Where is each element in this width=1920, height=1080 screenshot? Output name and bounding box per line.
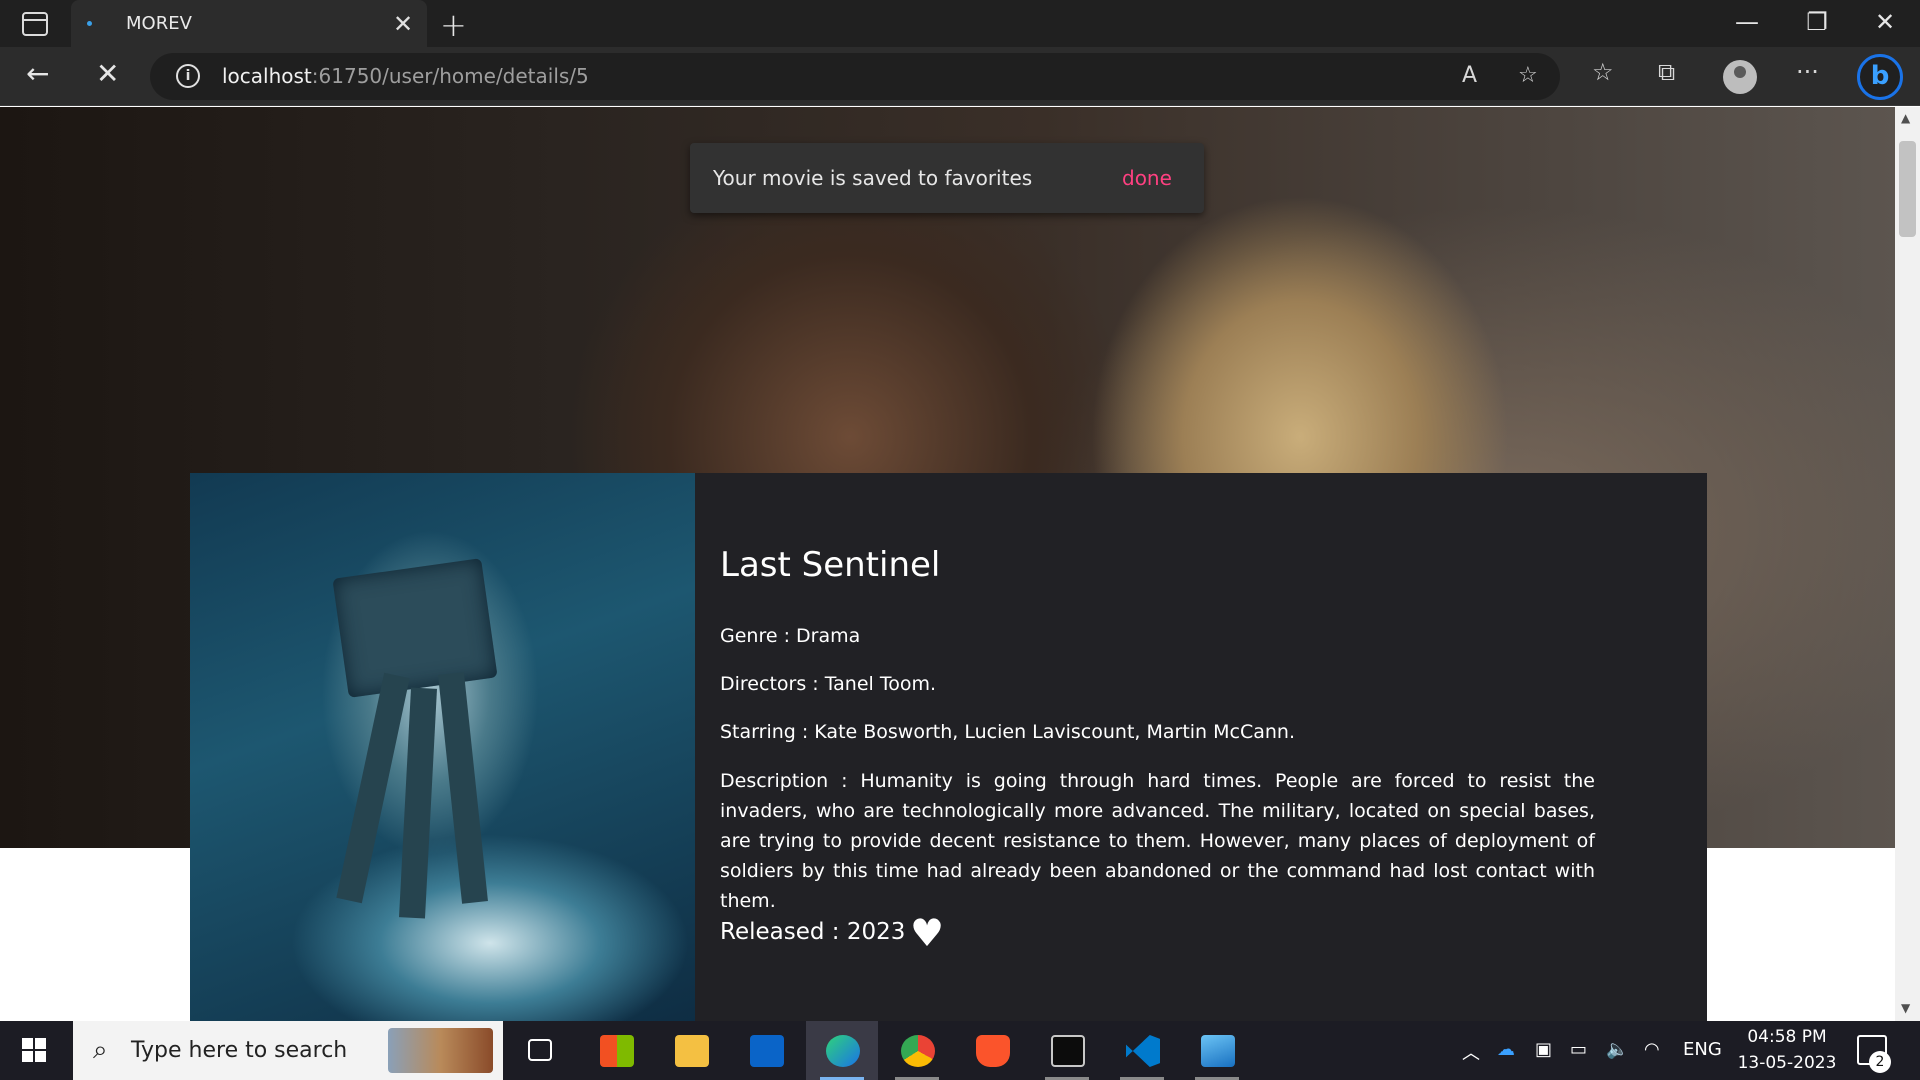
movie-poster xyxy=(190,473,695,1021)
microsoft-store-icon[interactable] xyxy=(580,1021,652,1080)
brave-icon[interactable] xyxy=(956,1021,1028,1080)
poster-tower xyxy=(332,558,498,698)
snackbar-message: Your movie is saved to favorites xyxy=(713,166,1033,190)
url-text[interactable]: localhost:61750/user/home/details/5 xyxy=(222,64,589,88)
wifi-icon[interactable]: ◠ xyxy=(1644,1039,1660,1060)
meet-now-icon[interactable]: ▣ xyxy=(1535,1039,1552,1060)
outlook-icon[interactable] xyxy=(730,1021,802,1080)
photos-icon[interactable] xyxy=(1181,1021,1253,1080)
scroll-up-icon[interactable]: ▲ xyxy=(1901,111,1910,125)
back-arrow-icon[interactable]: ← xyxy=(26,57,49,90)
windows-start-icon[interactable] xyxy=(22,1038,46,1062)
vscode-icon[interactable] xyxy=(1106,1021,1178,1080)
onedrive-icon[interactable]: ☁ xyxy=(1497,1039,1515,1060)
scroll-down-icon[interactable]: ▼ xyxy=(1901,1001,1910,1015)
chrome-icon[interactable] xyxy=(881,1021,953,1080)
search-icon: ⌕ xyxy=(93,1035,108,1065)
more-options-icon[interactable]: ··· xyxy=(1796,58,1819,86)
read-aloud-icon[interactable]: A xyxy=(1462,63,1477,88)
minimize-icon[interactable]: — xyxy=(1727,8,1767,36)
site-info-icon[interactable]: i xyxy=(176,64,200,88)
snackbar: Your movie is saved to favorites done xyxy=(690,143,1204,213)
notification-count-badge: 2 xyxy=(1869,1051,1891,1073)
file-explorer-icon[interactable] xyxy=(655,1021,727,1080)
clock-date: 13-05-2023 xyxy=(1737,1053,1837,1073)
page-viewport: Your movie is saved to favorites done La… xyxy=(0,107,1895,1021)
movie-directors: Directors : Tanel Toom. xyxy=(720,673,937,695)
language-indicator[interactable]: ENG xyxy=(1683,1039,1722,1060)
navigation-bar: ← ✕ i localhost:61750/user/home/details/… xyxy=(0,47,1920,106)
add-favorite-icon[interactable]: ☆ xyxy=(1518,63,1538,88)
battery-icon[interactable]: ▭ xyxy=(1570,1039,1587,1060)
page-scrollbar[interactable]: ▲ ▼ xyxy=(1895,107,1920,1021)
favorites-icon[interactable]: ☆ xyxy=(1592,58,1614,86)
tab-title: MOREV xyxy=(126,13,192,34)
movie-genre: Genre : Drama xyxy=(720,625,861,647)
heart-icon[interactable]: ♥ xyxy=(910,913,944,953)
new-tab-icon[interactable]: + xyxy=(440,6,467,44)
clock-time: 04:58 PM xyxy=(1747,1027,1827,1047)
task-view-icon[interactable] xyxy=(504,1021,576,1080)
edge-icon[interactable] xyxy=(806,1021,878,1080)
volume-icon[interactable]: 🔈 xyxy=(1606,1039,1628,1060)
poster-leg xyxy=(438,672,488,904)
collections-icon[interactable]: ⧉ xyxy=(1658,58,1675,86)
movie-released: Released : 2023 xyxy=(720,919,906,945)
profile-avatar[interactable] xyxy=(1723,60,1757,94)
loading-icon xyxy=(87,21,92,26)
movie-details-card: Last Sentinel Genre : Drama Directors : … xyxy=(190,473,1707,1021)
taskbar-search-box[interactable]: ⌕ Type here to search xyxy=(73,1021,503,1080)
movie-description: Description : Humanity is going through … xyxy=(720,770,1595,912)
poster-leg xyxy=(398,687,438,919)
close-tab-icon[interactable]: ✕ xyxy=(393,10,413,38)
stop-loading-icon[interactable]: ✕ xyxy=(96,57,119,90)
clock[interactable]: 04:58 PM 13-05-2023 xyxy=(1737,1024,1837,1076)
scrollbar-thumb[interactable] xyxy=(1899,141,1916,237)
close-window-icon[interactable]: ✕ xyxy=(1865,8,1905,36)
browser-tab[interactable]: MOREV ✕ xyxy=(71,0,427,47)
address-bar[interactable]: i localhost:61750/user/home/details/5 A … xyxy=(150,53,1560,100)
search-placeholder: Type here to search xyxy=(131,1038,348,1063)
poster-leg xyxy=(336,672,410,904)
movie-title: Last Sentinel xyxy=(720,545,941,585)
terminal-icon[interactable] xyxy=(1031,1021,1103,1080)
movie-starring: Starring : Kate Bosworth, Lucien Lavisco… xyxy=(720,721,1296,743)
windows-taskbar: ⌕ Type here to search ︿ ☁ ▣ ▭ 🔈 ◠ ENG 04… xyxy=(0,1021,1920,1080)
tab-actions-icon[interactable] xyxy=(22,12,48,36)
restore-icon[interactable]: ❐ xyxy=(1797,8,1837,36)
bing-chat-icon[interactable]: b xyxy=(1857,54,1903,100)
show-hidden-icons-icon[interactable]: ︿ xyxy=(1462,1039,1480,1065)
snackbar-done-button[interactable]: done xyxy=(1122,166,1172,190)
browser-title-bar: MOREV ✕ + — ❐ ✕ xyxy=(0,0,1920,47)
search-highlight-image xyxy=(388,1028,493,1073)
